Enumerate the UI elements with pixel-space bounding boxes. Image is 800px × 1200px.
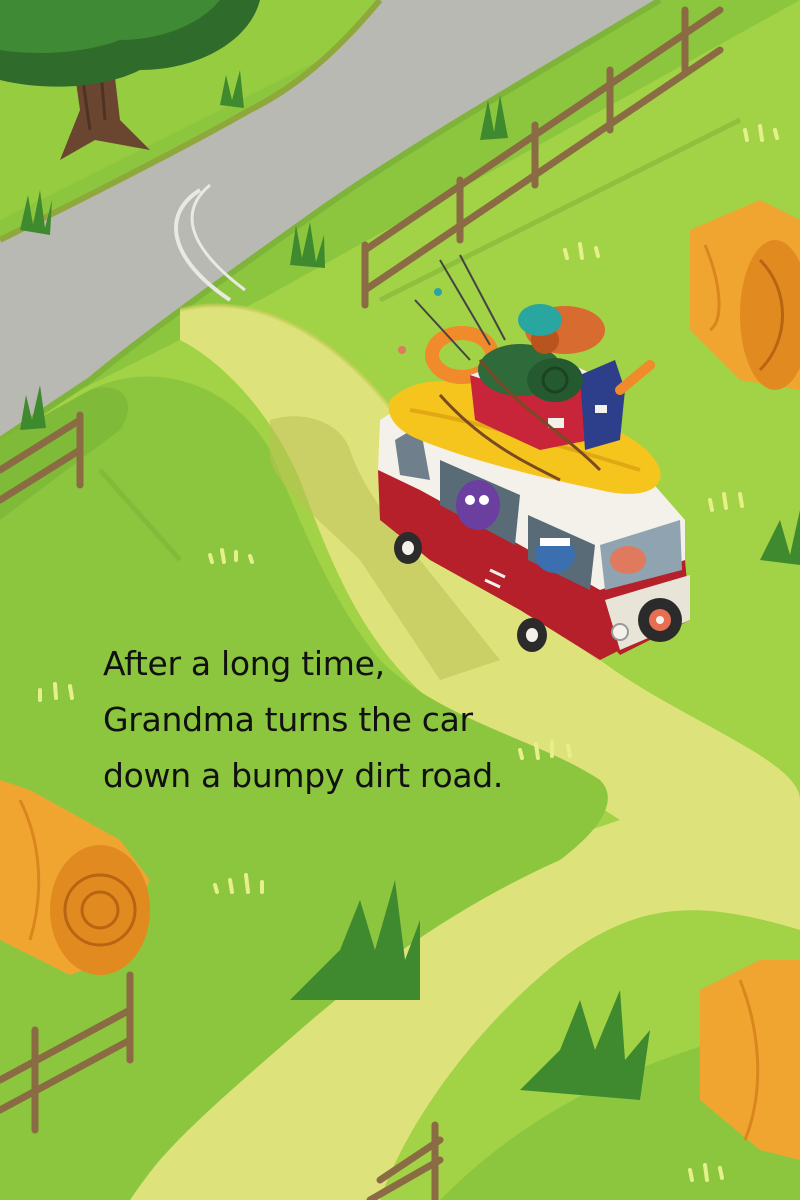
story-line-2: Grandma turns the car xyxy=(103,700,473,739)
illustration-scene xyxy=(0,0,800,1200)
story-line-1: After a long time, xyxy=(103,644,385,683)
story-line-3: down a bumpy dirt road. xyxy=(103,756,504,795)
story-page: After a long time, Grandma turns the car… xyxy=(0,0,800,1200)
story-text: After a long time, Grandma turns the car… xyxy=(103,636,663,804)
